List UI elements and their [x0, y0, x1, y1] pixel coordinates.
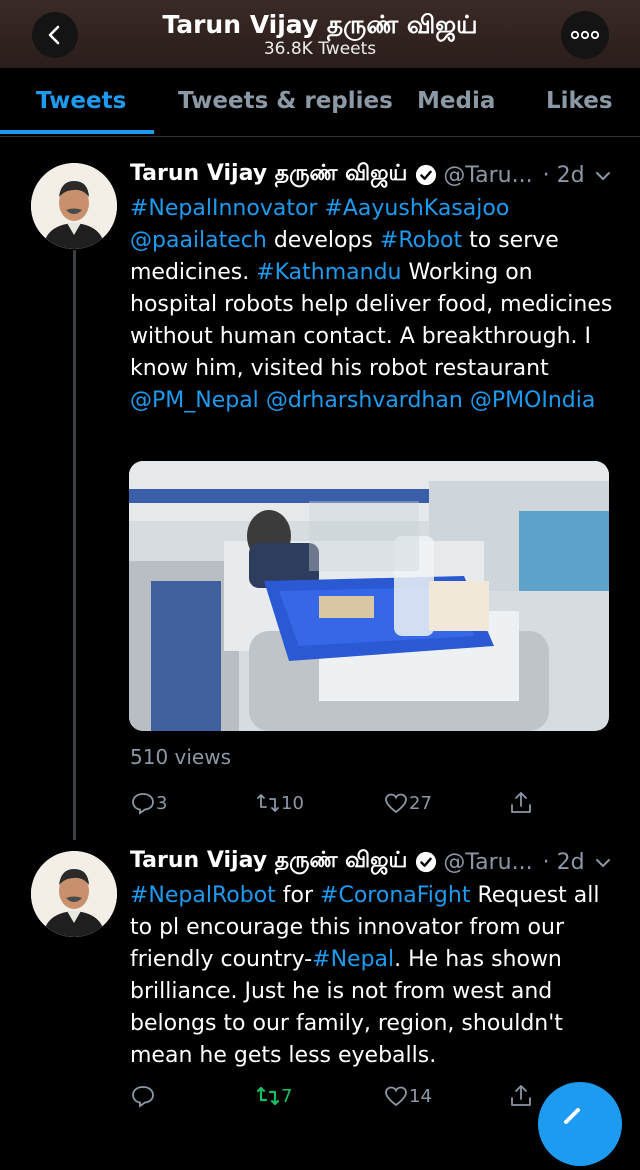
- compose-tweet-button[interactable]: [538, 1082, 622, 1166]
- hospital-robot-image: [129, 461, 609, 731]
- tweet-text-segment: [463, 388, 470, 413]
- avatar-portrait-icon: [31, 163, 117, 249]
- tweet-header: Tarun Vijay தருண் விஜய் @Taru... · 2d: [130, 848, 585, 876]
- reply-count: 3: [156, 792, 168, 814]
- hashtag-link[interactable]: #Robot: [380, 228, 462, 253]
- profile-tabs: Tweets Tweets & replies Media Likes: [0, 68, 640, 137]
- hashtag-link[interactable]: #NepalRobot: [130, 883, 276, 908]
- tweet-text-segment: [259, 388, 266, 413]
- thread-connector-line: [73, 250, 76, 840]
- share-icon: [511, 792, 531, 813]
- avatar-portrait-icon: [31, 851, 117, 937]
- author-handle[interactable]: @Taru...: [443, 850, 532, 875]
- heart-icon: [385, 1086, 407, 1107]
- hashtag-link[interactable]: #CoronaFight: [320, 883, 470, 908]
- more-dots-icon: [570, 30, 600, 40]
- tweet-header: Tarun Vijay தருண் விஜய் @Taru... · 2d: [130, 161, 585, 189]
- tweet-video-thumbnail[interactable]: [129, 461, 609, 731]
- reply-icon: [132, 1086, 154, 1108]
- tweet-text: #NepalInnovator #AayushKasajoo @paailatec…: [130, 193, 620, 417]
- header-tweet-count: 36.8K Tweets: [263, 39, 377, 59]
- retweet-icon: [257, 794, 279, 812]
- tweet-text: #NepalRobot for #CoronaFight Request all…: [130, 880, 620, 1072]
- tweet-timestamp: · 2d: [542, 162, 585, 188]
- more-options-button[interactable]: [561, 11, 609, 59]
- chevron-down-icon[interactable]: [594, 167, 612, 185]
- retweet-button[interactable]: 10: [255, 790, 304, 816]
- retweet-count: 10: [281, 792, 304, 814]
- tab-likes[interactable]: Likes: [546, 88, 613, 114]
- verified-badge-icon: [416, 164, 437, 186]
- hashtag-link[interactable]: #NepalInnovator #AayushKasajoo: [130, 196, 509, 221]
- reply-button[interactable]: 3: [130, 790, 167, 816]
- tab-tweets[interactable]: Tweets: [36, 88, 126, 114]
- compose-icon: [564, 1108, 580, 1124]
- author-name[interactable]: Tarun Vijay தருண் விஜய்: [130, 848, 407, 876]
- mention-link[interactable]: @PMOIndia: [470, 388, 596, 413]
- tweet-text-segment: for: [275, 883, 321, 908]
- share-icon: [511, 1085, 531, 1106]
- heart-icon: [385, 793, 407, 814]
- author-name[interactable]: Tarun Vijay தருண் விஜய்: [130, 161, 407, 189]
- mention-link[interactable]: @drharshvardhan: [266, 388, 463, 413]
- reply-icon: [132, 793, 154, 815]
- avatar[interactable]: [31, 851, 117, 937]
- author-handle[interactable]: @Taru...: [443, 163, 532, 188]
- verified-badge-icon: [416, 851, 437, 873]
- hashtag-link[interactable]: #Nepal: [312, 947, 394, 972]
- tab-media[interactable]: Media: [417, 88, 495, 114]
- mention-link[interactable]: @PM_Nepal: [130, 388, 259, 413]
- video-view-count: 510 views: [130, 745, 232, 769]
- like-count: 27: [409, 792, 432, 814]
- retweet-button[interactable]: 7: [255, 1083, 292, 1109]
- mention-link[interactable]: @paailatech: [130, 228, 267, 253]
- share-button[interactable]: [508, 790, 534, 816]
- tweet-text-segment: develops: [266, 228, 380, 253]
- tweet-timestamp: · 2d: [542, 849, 585, 875]
- share-button[interactable]: [508, 1083, 534, 1109]
- chevron-down-icon[interactable]: [594, 854, 612, 872]
- avatar[interactable]: [31, 163, 117, 249]
- tab-active-indicator: [0, 130, 154, 134]
- retweet-icon: [256, 1086, 280, 1106]
- tab-tweets-replies[interactable]: Tweets & replies: [178, 88, 393, 114]
- reply-button[interactable]: [130, 1083, 156, 1109]
- hashtag-link[interactable]: #Kathmandu: [256, 260, 401, 285]
- profile-header: Tarun Vijay தருண் விஜய் 36.8K Tweets: [0, 0, 640, 68]
- like-count: 14: [409, 1085, 432, 1107]
- retweet-count: 7: [281, 1085, 293, 1107]
- like-button[interactable]: 14: [383, 1083, 432, 1109]
- like-button[interactable]: 27: [383, 790, 432, 816]
